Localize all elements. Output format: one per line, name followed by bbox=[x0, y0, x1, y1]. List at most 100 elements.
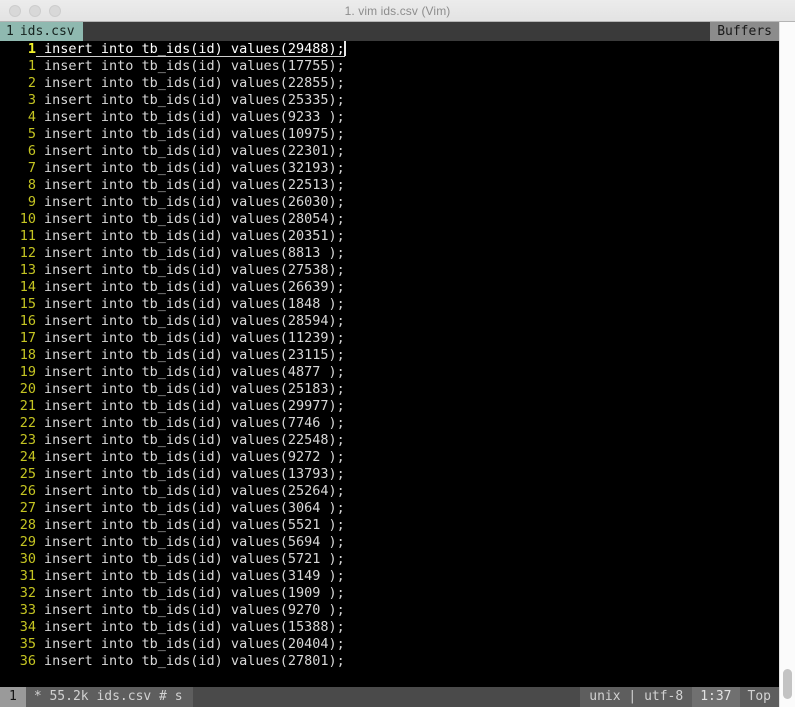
line-text: insert into tb_ids(id) values(20351); bbox=[44, 228, 345, 244]
line-text: insert into tb_ids(id) values(3064 ); bbox=[44, 500, 345, 516]
line-text: insert into tb_ids(id) values(25183); bbox=[44, 381, 345, 397]
line-text: insert into tb_ids(id) values(22301); bbox=[44, 143, 345, 159]
editor-line[interactable]: 24 insert into tb_ids(id) values(9272 ); bbox=[0, 449, 779, 466]
editor-line[interactable]: 11 insert into tb_ids(id) values(20351); bbox=[0, 228, 779, 245]
line-number: 3 bbox=[27, 92, 36, 108]
editor-line[interactable]: 31 insert into tb_ids(id) values(3149 ); bbox=[0, 568, 779, 585]
line-number: 1 bbox=[27, 41, 36, 57]
editor-line[interactable]: 35 insert into tb_ids(id) values(20404); bbox=[0, 636, 779, 653]
editor-line[interactable]: 12 insert into tb_ids(id) values(8813 ); bbox=[0, 245, 779, 262]
line-text: insert into tb_ids(id) values(29488); bbox=[36, 41, 345, 57]
editor-line[interactable]: 28 insert into tb_ids(id) values(5521 ); bbox=[0, 517, 779, 534]
editor-line[interactable]: 5 insert into tb_ids(id) values(10975); bbox=[0, 126, 779, 143]
vim-terminal-window: 1. vim ids.csv (Vim) 1 ids.csv Buffers 1i… bbox=[0, 0, 795, 707]
line-number: 8 bbox=[27, 177, 36, 193]
statusline-right-group: unix | utf-8 1:37 Top bbox=[580, 687, 779, 707]
vim-text-buffer[interactable]: 1 insert into tb_ids(id) values(29488); 1… bbox=[0, 41, 779, 687]
line-number: 29 bbox=[19, 534, 36, 550]
editor-line[interactable]: 34 insert into tb_ids(id) values(15388); bbox=[0, 619, 779, 636]
line-text: insert into tb_ids(id) values(22548); bbox=[44, 432, 345, 448]
editor-line[interactable]: 20 insert into tb_ids(id) values(25183); bbox=[0, 381, 779, 398]
line-text: insert into tb_ids(id) values(9233 ); bbox=[44, 109, 345, 125]
editor-line[interactable]: 33 insert into tb_ids(id) values(9270 ); bbox=[0, 602, 779, 619]
editor-line[interactable]: 17 insert into tb_ids(id) values(11239); bbox=[0, 330, 779, 347]
line-number: 17 bbox=[19, 330, 36, 346]
line-number: 18 bbox=[19, 347, 36, 363]
line-text: insert into tb_ids(id) values(17755); bbox=[44, 58, 345, 74]
text-cursor bbox=[343, 41, 346, 56]
tab-number: 1 bbox=[6, 24, 14, 39]
editor-line[interactable]: 18 insert into tb_ids(id) values(23115); bbox=[0, 347, 779, 364]
editor-line[interactable]: 36 insert into tb_ids(id) values(27801); bbox=[0, 653, 779, 670]
line-number: 1 bbox=[27, 58, 36, 74]
line-number: 13 bbox=[19, 262, 36, 278]
line-text: insert into tb_ids(id) values(22855); bbox=[44, 75, 345, 91]
line-number: 20 bbox=[19, 381, 36, 397]
editor-line[interactable]: 6 insert into tb_ids(id) values(22301); bbox=[0, 143, 779, 160]
editor-line[interactable]: 25 insert into tb_ids(id) values(13793); bbox=[0, 466, 779, 483]
line-text: insert into tb_ids(id) values(7746 ); bbox=[44, 415, 345, 431]
editor-line[interactable]: 1 insert into tb_ids(id) values(17755); bbox=[0, 58, 779, 75]
line-text: insert into tb_ids(id) values(11239); bbox=[44, 330, 345, 346]
editor-line[interactable]: 21 insert into tb_ids(id) values(29977); bbox=[0, 398, 779, 415]
statusline-mode-indicator: 1 bbox=[0, 687, 26, 707]
line-number: 24 bbox=[19, 449, 36, 465]
line-number: 2 bbox=[27, 75, 36, 91]
line-number: 10 bbox=[19, 211, 36, 227]
editor-line[interactable]: 30 insert into tb_ids(id) values(5721 ); bbox=[0, 551, 779, 568]
line-number: 32 bbox=[19, 585, 36, 601]
line-text: insert into tb_ids(id) values(8813 ); bbox=[44, 245, 345, 261]
line-number: 7 bbox=[27, 160, 36, 176]
editor-line[interactable]: 19 insert into tb_ids(id) values(4877 ); bbox=[0, 364, 779, 381]
line-text: insert into tb_ids(id) values(28594); bbox=[44, 313, 345, 329]
vim-statusline: 1 * 55.2k ids.csv # s unix | utf-8 1:37 Top bbox=[0, 687, 779, 707]
line-number: 5 bbox=[27, 126, 36, 142]
line-text: insert into tb_ids(id) values(13793); bbox=[44, 466, 345, 482]
line-text: insert into tb_ids(id) values(26639); bbox=[44, 279, 345, 295]
line-text: insert into tb_ids(id) values(23115); bbox=[44, 347, 345, 363]
terminal-content: 1 ids.csv Buffers 1 insert into tb_ids(id)… bbox=[0, 22, 779, 707]
editor-line[interactable]: 14 insert into tb_ids(id) values(26639); bbox=[0, 279, 779, 296]
line-text: insert into tb_ids(id) values(25264); bbox=[44, 483, 345, 499]
editor-line[interactable]: 9 insert into tb_ids(id) values(26030); bbox=[0, 194, 779, 211]
line-text: insert into tb_ids(id) values(15388); bbox=[44, 619, 345, 635]
line-number: 25 bbox=[19, 466, 36, 482]
scrollbar-thumb[interactable] bbox=[783, 669, 792, 699]
editor-line[interactable]: 16 insert into tb_ids(id) values(28594); bbox=[0, 313, 779, 330]
line-number: 31 bbox=[19, 568, 36, 584]
line-text: insert into tb_ids(id) values(20404); bbox=[44, 636, 345, 652]
line-text: insert into tb_ids(id) values(22513); bbox=[44, 177, 345, 193]
line-number: 30 bbox=[19, 551, 36, 567]
editor-line[interactable]: 27 insert into tb_ids(id) values(3064 ); bbox=[0, 500, 779, 517]
buffers-menu-label[interactable]: Buffers bbox=[710, 22, 779, 41]
line-text: insert into tb_ids(id) values(1909 ); bbox=[44, 585, 345, 601]
tab-ids-csv[interactable]: 1 ids.csv bbox=[0, 22, 83, 41]
tab-label: ids.csv bbox=[19, 24, 75, 39]
line-text: insert into tb_ids(id) values(10975); bbox=[44, 126, 345, 142]
editor-line[interactable]: 23 insert into tb_ids(id) values(22548); bbox=[0, 432, 779, 449]
window-scrollbar[interactable] bbox=[779, 22, 795, 707]
editor-lines[interactable]: 1 insert into tb_ids(id) values(17755); 2 i… bbox=[0, 58, 779, 670]
line-number: 21 bbox=[19, 398, 36, 414]
editor-line[interactable]: 13 insert into tb_ids(id) values(27538); bbox=[0, 262, 779, 279]
editor-line[interactable]: 29 insert into tb_ids(id) values(5694 ); bbox=[0, 534, 779, 551]
editor-line[interactable]: 8 insert into tb_ids(id) values(22513); bbox=[0, 177, 779, 194]
line-number: 34 bbox=[19, 619, 36, 635]
editor-line[interactable]: 3 insert into tb_ids(id) values(25335); bbox=[0, 92, 779, 109]
statusline-file-info: * 55.2k ids.csv # s bbox=[25, 687, 193, 707]
line-text: insert into tb_ids(id) values(5721 ); bbox=[44, 551, 345, 567]
line-text: insert into tb_ids(id) values(27538); bbox=[44, 262, 345, 278]
editor-line[interactable]: 32 insert into tb_ids(id) values(1909 ); bbox=[0, 585, 779, 602]
editor-line[interactable]: 2 insert into tb_ids(id) values(22855); bbox=[0, 75, 779, 92]
editor-line[interactable]: 7 insert into tb_ids(id) values(32193); bbox=[0, 160, 779, 177]
window-titlebar: 1. vim ids.csv (Vim) bbox=[0, 0, 795, 22]
editor-line[interactable]: 4 insert into tb_ids(id) values(9233 ); bbox=[0, 109, 779, 126]
line-number: 11 bbox=[19, 228, 36, 244]
line-text: insert into tb_ids(id) values(5694 ); bbox=[44, 534, 345, 550]
editor-line[interactable]: 22 insert into tb_ids(id) values(7746 ); bbox=[0, 415, 779, 432]
editor-cursor-line[interactable]: 1 insert into tb_ids(id) values(29488); bbox=[0, 41, 779, 58]
editor-line[interactable]: 10 insert into tb_ids(id) values(28054); bbox=[0, 211, 779, 228]
editor-line[interactable]: 15 insert into tb_ids(id) values(1848 ); bbox=[0, 296, 779, 313]
editor-line[interactable]: 26 insert into tb_ids(id) values(25264); bbox=[0, 483, 779, 500]
line-text: insert into tb_ids(id) values(5521 ); bbox=[44, 517, 345, 533]
